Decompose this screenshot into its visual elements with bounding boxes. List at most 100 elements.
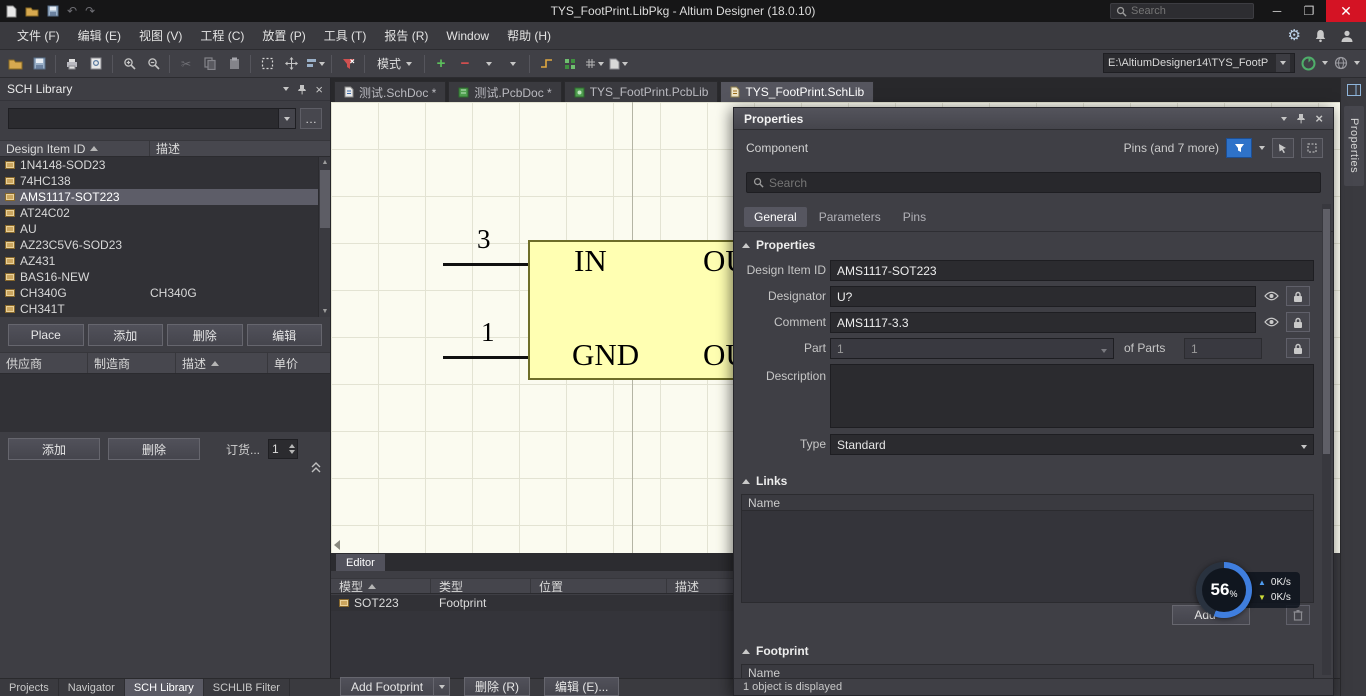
menu-view[interactable]: 视图 (V) [130,22,191,49]
web-publish-icon[interactable] [1334,56,1348,70]
order-quantity-stepper[interactable] [268,439,298,459]
wire-tool-icon[interactable] [535,53,557,75]
chevron-down-icon[interactable] [278,109,295,128]
select-area-icon[interactable] [256,53,278,75]
select-objects-button[interactable] [1272,138,1294,158]
component-row[interactable]: 1N4148-SOD23 [0,157,318,173]
section-properties[interactable]: Properties [742,238,815,252]
supplier-add-button[interactable]: 添加 [8,438,100,460]
column-location[interactable]: 位置 [531,579,667,593]
global-search-input[interactable] [1131,5,1273,17]
designator-lock-button[interactable] [1286,286,1310,306]
add-component-button[interactable]: 添加 [88,324,164,346]
designator-visibility-eye-icon[interactable] [1262,286,1280,306]
scrollbar-thumb[interactable] [1323,209,1330,454]
comment-visibility-eye-icon[interactable] [1262,312,1280,332]
of-parts-field[interactable]: 1 [1184,338,1262,359]
supplier-delete-button[interactable]: 删除 [108,438,200,460]
order-quantity-input[interactable] [269,442,285,456]
move-object-icon[interactable] [280,53,302,75]
filter-funnel-button[interactable] [1226,138,1252,158]
global-search-box[interactable] [1110,3,1254,19]
component-list-scrollbar[interactable]: ▲ ▼ [318,157,330,317]
highlight-objects-button[interactable] [1301,138,1323,158]
cut-icon[interactable]: ✂ [175,53,197,75]
delete-component-button[interactable]: 删除 [167,324,243,346]
properties-search-box[interactable] [746,172,1321,193]
component-row[interactable]: AT24C02 [0,205,318,221]
component-row[interactable]: AZ431 [0,253,318,269]
undo-icon[interactable]: ↶ [67,4,77,18]
delete-footprint-button[interactable]: 删除 (R) [464,677,530,696]
designator-field[interactable]: U? [830,286,1256,307]
type-select[interactable]: Standard [830,434,1314,455]
zoom-out-icon[interactable] [142,53,164,75]
collapse-section-icon[interactable] [310,462,322,473]
open-folder-icon[interactable] [25,6,39,17]
component-filter-combobox[interactable] [8,108,296,129]
component-filter-input[interactable] [9,109,278,128]
component-row[interactable]: 74HC138 [0,173,318,189]
grid-settings-dropdown[interactable] [583,53,605,75]
panel-close-icon[interactable]: × [1315,112,1323,125]
tab-schdoc[interactable]: 测试.SchDoc * [334,81,446,102]
pin-icon[interactable] [1296,113,1306,124]
edit-component-button[interactable]: 编辑 [247,324,323,346]
pin-icon[interactable] [297,84,307,95]
design-item-id-field[interactable]: AMS1117-SOT223 [830,260,1314,281]
statusbar-tab-schlib-filter[interactable]: SCHLIB Filter [204,679,290,696]
menu-help[interactable]: 帮助 (H) [498,22,560,49]
links-name-column[interactable]: Name [741,494,1314,511]
remove-mode-icon[interactable]: − [454,53,476,75]
statusbar-tab-navigator[interactable]: Navigator [59,679,125,696]
menu-tools[interactable]: 工具 (T) [315,22,376,49]
prev-mode-dropdown[interactable] [478,53,500,75]
component-row-selected[interactable]: AMS1117-SOT223 [0,189,318,205]
align-objects-dropdown[interactable] [304,53,326,75]
add-mode-icon[interactable]: + [430,53,452,75]
copy-icon[interactable] [199,53,221,75]
settings-gear-icon[interactable]: ⚙ [1288,28,1301,43]
model-row[interactable]: SOT223 Footprint [331,595,740,611]
zoom-in-icon[interactable] [118,53,140,75]
scroll-down-icon[interactable]: ▼ [319,306,331,317]
column-model-description[interactable]: 描述 [667,579,740,593]
add-footprint-dropdown[interactable] [434,677,450,696]
tab-schlib-active[interactable]: TYS_FootPrint.SchLib [720,81,874,102]
description-field[interactable] [830,364,1314,428]
add-footprint-button[interactable]: Add Footprint [340,677,434,696]
clear-filter-icon[interactable] [337,53,359,75]
section-footprint[interactable]: Footprint [742,644,809,658]
filter-more-button[interactable]: … [300,108,322,129]
statusbar-tab-sch-library[interactable]: SCH Library [125,679,204,696]
statusbar-tab-projects[interactable]: Projects [0,679,59,696]
spinner-up-icon[interactable] [289,444,295,448]
minimize-button[interactable]: ─ [1262,0,1292,22]
open-document-icon[interactable] [4,53,26,75]
spinner-down-icon[interactable] [289,450,295,454]
column-supplier[interactable]: 供应商 [0,353,88,373]
panels-icon[interactable] [1347,84,1361,96]
column-type[interactable]: 类型 [431,579,531,593]
component-row[interactable]: AZ23C5V6-SOD23 [0,237,318,253]
column-description2[interactable]: 描述 [176,353,268,373]
chevron-down-icon[interactable] [1259,146,1265,150]
scrollbar-thumb[interactable] [320,170,330,228]
maximize-button[interactable]: ❐ [1294,0,1324,22]
print-preview-icon[interactable] [85,53,107,75]
panel-menu-chevron-icon[interactable] [1281,117,1287,121]
tab-parameters[interactable]: Parameters [809,207,891,227]
component-row[interactable]: CH341T [0,301,318,317]
column-design-item-id[interactable]: Design Item ID [0,141,150,156]
part-lock-button[interactable] [1286,338,1310,358]
redo-icon[interactable]: ↷ [85,4,95,18]
place-button[interactable]: Place [8,324,84,346]
section-links[interactable]: Links [742,474,787,488]
panel-close-icon[interactable]: × [315,83,323,96]
pin-3-wire[interactable] [443,263,528,266]
chevron-down-icon[interactable] [1276,54,1290,72]
scroll-left-icon[interactable] [334,540,340,550]
recent-path-combobox[interactable]: E:\AltiumDesigner14\TYS_FootP [1103,53,1295,73]
chevron-down-icon[interactable] [1322,61,1328,65]
properties-dock-tab[interactable]: Properties [1344,106,1364,186]
